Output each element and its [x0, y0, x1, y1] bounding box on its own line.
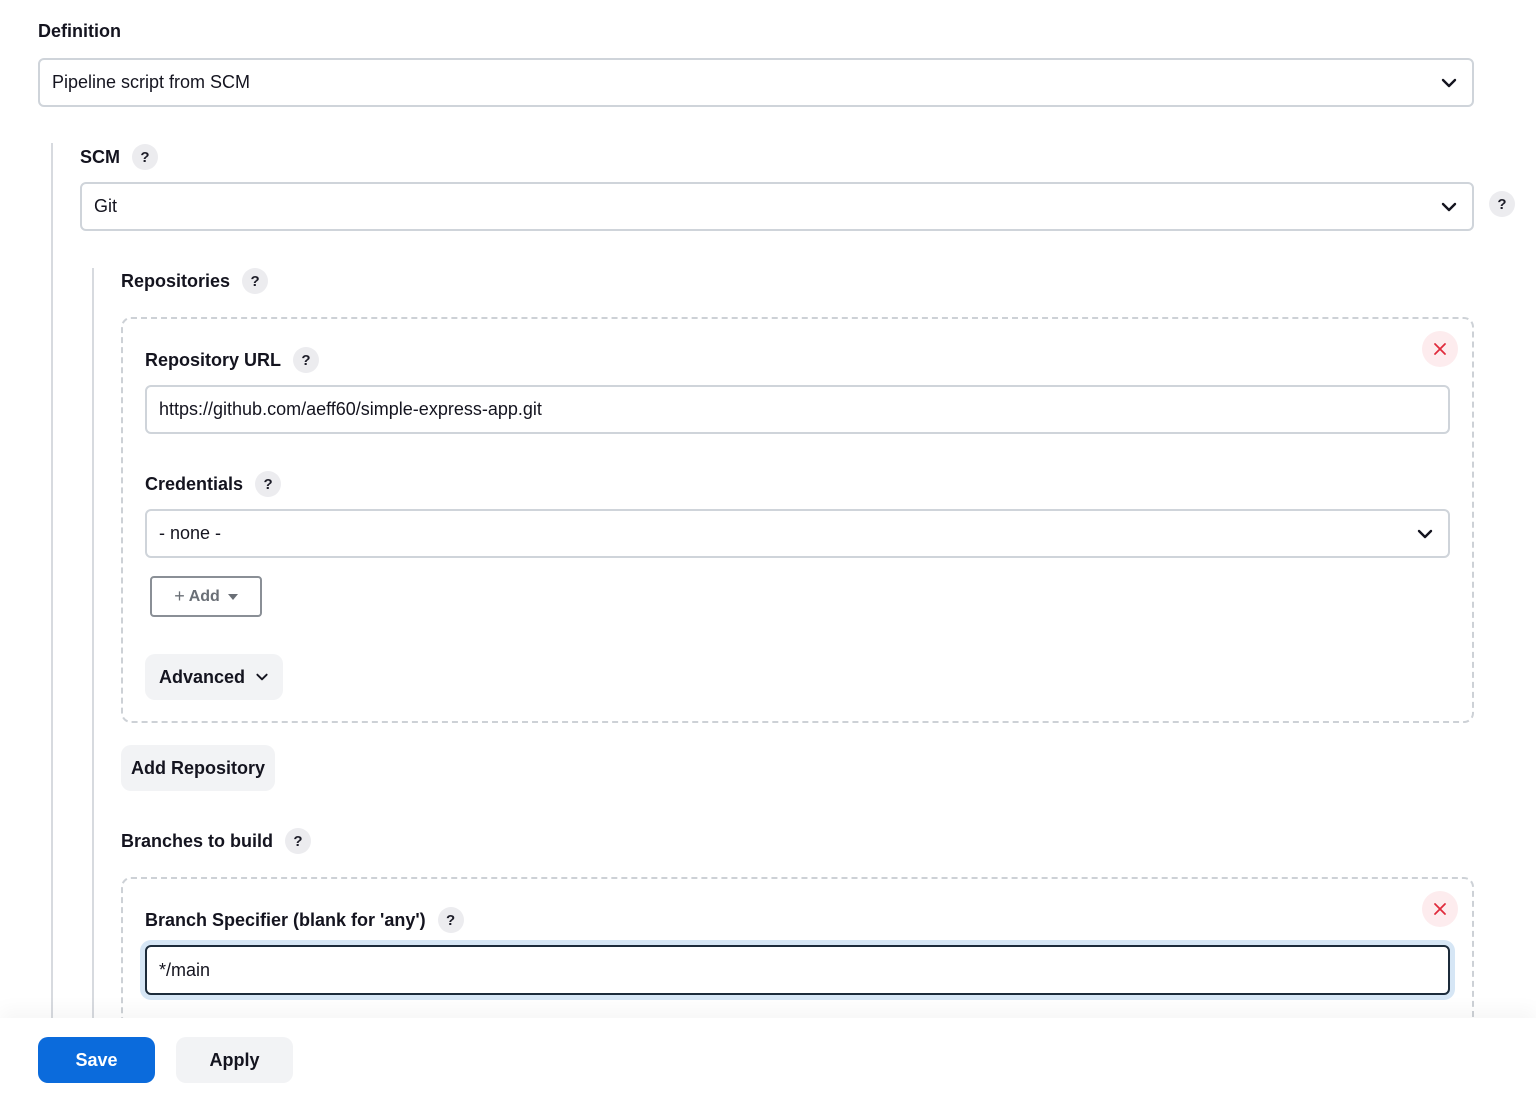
branches-label: Branches to build ? [121, 828, 312, 854]
definition-label: Definition [38, 21, 121, 41]
branch-specifier-value: */main [159, 959, 211, 980]
add-credentials-button[interactable]: + Add [150, 576, 262, 617]
branch-specifier-input[interactable]: */main [145, 945, 1450, 995]
scm-label: SCM ? [80, 144, 158, 170]
scm-section-line [51, 143, 53, 1018]
scm-help-icon[interactable]: ? [132, 144, 158, 170]
definition-value: Pipeline script from SCM [52, 72, 251, 92]
repository-url-value: https://github.com/aeff60/simple-express… [159, 399, 542, 419]
branch-specifier-help-icon[interactable]: ? [437, 907, 464, 933]
repositories-help-icon[interactable]: ? [242, 268, 269, 294]
delete-repository-button[interactable] [1422, 331, 1458, 367]
chevron-down-icon [1417, 529, 1433, 538]
scm-side-help-icon[interactable]: ? [1489, 191, 1515, 217]
credentials-label: Credentials ? [145, 471, 282, 497]
branch-specifier-label: Branch Specifier (blank for 'any') ? [145, 907, 464, 933]
save-button[interactable]: Save [38, 1037, 155, 1083]
caret-down-icon [227, 593, 238, 600]
definition-select[interactable]: Pipeline script from SCM [38, 58, 1474, 107]
repositories-section-line [92, 268, 94, 1018]
advanced-button[interactable]: Advanced [145, 654, 283, 700]
scm-value: Git [94, 196, 118, 216]
chevron-down-icon [1441, 78, 1457, 87]
plus-icon: + [174, 586, 185, 606]
close-icon [1434, 343, 1446, 355]
close-icon [1434, 903, 1446, 915]
credentials-value: - none - [159, 523, 222, 543]
chevron-down-icon [256, 673, 268, 681]
repositories-label: Repositories ? [121, 268, 269, 294]
repository-url-help-icon[interactable]: ? [293, 347, 320, 373]
repository-url-label: Repository URL ? [145, 347, 320, 373]
chevron-down-icon [1441, 202, 1457, 211]
delete-branch-button[interactable] [1422, 891, 1458, 927]
apply-button[interactable]: Apply [176, 1037, 293, 1083]
repository-url-input[interactable]: https://github.com/aeff60/simple-express… [145, 385, 1450, 434]
scm-select[interactable]: Git [80, 182, 1474, 231]
branches-help-icon[interactable]: ? [285, 828, 312, 854]
credentials-select[interactable]: - none - [145, 509, 1450, 558]
add-repository-button[interactable]: Add Repository [121, 745, 275, 791]
credentials-help-icon[interactable]: ? [255, 471, 282, 497]
